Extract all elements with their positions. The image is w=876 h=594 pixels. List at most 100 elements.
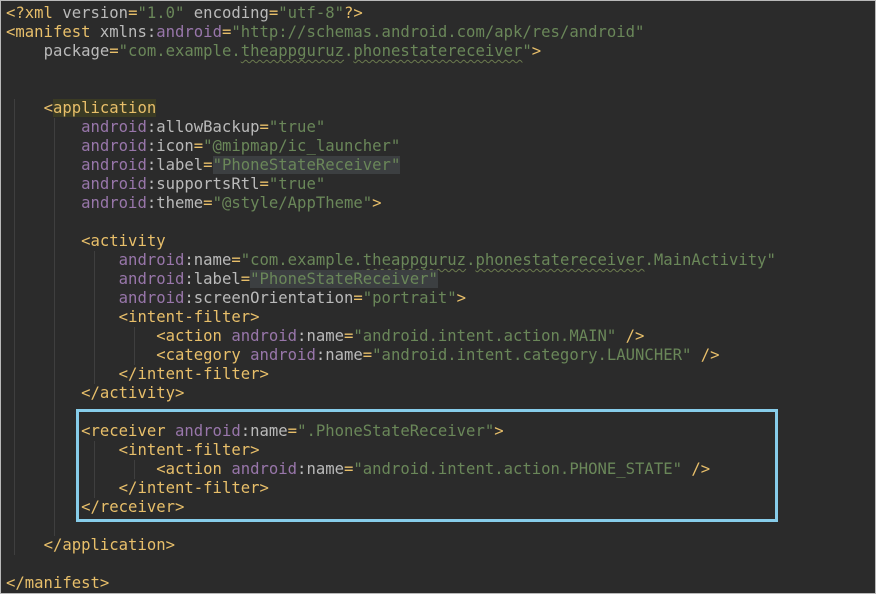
code-token: android [81,118,147,136]
code-line[interactable]: </application> [6,536,776,555]
code-token: "portrait" [362,289,457,307]
code-line[interactable]: </activity> [6,384,776,403]
code-token: = [203,156,213,174]
code-token: manifest [15,23,100,41]
code-token: xmlns [99,23,147,41]
code-token: : [146,194,157,212]
code-line[interactable]: </manifest> [6,574,776,593]
code-token: < [6,23,16,41]
code-line[interactable]: </intent-filter> [6,365,776,384]
code-line[interactable]: android:supportsRtl="true" [6,175,776,194]
code-token: manifest [24,574,100,592]
code-token: intent-filter [128,308,251,326]
code-token: name [325,346,363,364]
code-line[interactable]: </receiver> [6,498,776,517]
code-line[interactable] [6,61,776,80]
code-token: < [156,346,166,364]
code-token: supportsRtl [156,175,260,193]
code-token: = [344,460,354,478]
code-token: android [231,327,298,345]
code-token: "true" [268,175,326,193]
code-token: > [259,365,269,383]
code-line[interactable]: <activity [6,232,776,251]
code-line[interactable] [6,213,776,232]
code-token: ?> [344,4,363,22]
code-token: intent-filter [137,365,260,383]
code-line[interactable]: package="com.example.theappguruz.phonest… [6,42,776,61]
code-line[interactable]: android:screenOrientation="portrait"> [6,289,776,308]
code-token: package [43,42,110,60]
code-token: name [193,251,232,269]
code-token: android [250,346,316,364]
code-line[interactable]: android:theme="@style/AppTheme"> [6,194,776,213]
code-token: > [165,536,176,554]
code-token: /> [616,327,645,345]
code-token: < [156,327,166,345]
indent-guide [54,118,55,536]
code-line[interactable] [6,403,776,422]
code-token: android [81,137,147,155]
code-line[interactable]: android:allowBackup="true" [6,118,776,137]
code-token: android [156,23,222,41]
code-token: > [175,498,185,516]
code-token: = [231,251,241,269]
code-token: > [250,441,260,459]
code-token: .MainActivity" [644,251,776,269]
code-line[interactable]: <application [6,99,776,118]
code-token: label [156,156,204,174]
code-token: = [344,327,354,345]
code-token: : [146,175,157,193]
code-token: android [118,289,185,307]
code-line[interactable]: <manifest xmlns:android="http://schemas.… [6,23,776,42]
code-token: theappguruz [362,251,467,269]
code-token: ".PhoneStateReceiver" [297,422,495,440]
code-line[interactable]: <action android:name="android.intent.act… [6,460,776,479]
xml-code-editor[interactable]: <?xml version="1.0" encoding="utf-8"?> <m… [6,4,776,593]
code-token: = [203,194,213,212]
code-token: > [494,422,504,440]
code-line[interactable]: android:icon="@mipmap/ic_launcher" [6,137,776,156]
code-token: receiver [90,422,175,440]
code-token: "android.intent.category.LAUNCHER" [372,346,692,364]
code-line[interactable] [6,555,776,574]
code-token: android [81,175,147,193]
code-token: name [250,422,288,440]
code-token: screenOrientation [193,289,354,307]
code-token: application [52,99,157,117]
code-line[interactable]: android:label="PhoneStateReceiver" [6,270,776,289]
code-token: : [184,251,194,269]
code-line[interactable] [6,80,776,99]
code-line[interactable]: android:name="com.example.theappguruz.ph… [6,251,776,270]
code-line[interactable]: </intent-filter> [6,479,776,498]
code-token: </ [81,498,100,516]
code-token: = [362,346,373,364]
code-line[interactable]: <?xml version="1.0" encoding="utf-8"?> [6,4,776,23]
code-token: theappguruz [240,42,345,60]
code-token: : [146,23,157,41]
code-token: xml [24,4,63,22]
code-token: : [146,118,157,136]
code-line[interactable]: <intent-filter> [6,308,776,327]
code-line[interactable]: android:label="PhoneStateReceiver" [6,156,776,175]
code-line[interactable]: <action android:name="android.intent.act… [6,327,776,346]
indent-guide [14,99,15,555]
code-token: action [165,327,232,345]
code-line[interactable]: <intent-filter> [6,441,776,460]
code-token: < [118,308,129,326]
code-token: = [259,175,269,193]
code-token: intent-filter [128,441,251,459]
code-token: </ [43,536,63,554]
code-token: > [99,574,110,592]
code-token: encoding [184,4,269,22]
code-line[interactable] [6,517,776,536]
code-token: = [221,23,232,41]
code-line[interactable]: <receiver android:name=".PhoneStateRecei… [6,422,776,441]
code-token: <? [6,4,25,22]
code-line[interactable]: <category android:name="android.intent.c… [6,346,776,365]
